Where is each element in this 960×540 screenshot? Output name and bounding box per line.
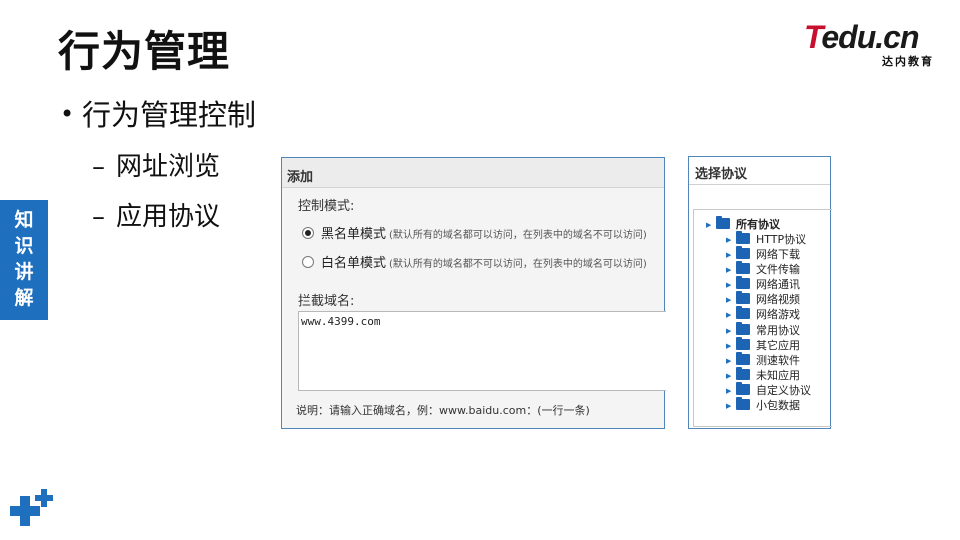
- tree-node-all-protocols[interactable]: ▶ 所有协议: [706, 216, 780, 233]
- blacklist-hint: (默认所有的域名都可以访问，在列表中的域名不可以访问): [389, 230, 647, 241]
- bullet-dot-icon: •: [60, 100, 75, 128]
- whitelist-mode-option[interactable]: 白名单模式 (默认所有的域名都不可以访问，在列表中的域名可以访问): [302, 252, 647, 271]
- plus-icon: [10, 488, 56, 534]
- blacklist-radio[interactable]: [302, 227, 314, 239]
- expand-arrow-icon[interactable]: ▶: [726, 369, 736, 383]
- logo-wordmark: Tedu.cn: [804, 19, 919, 55]
- folder-icon: [736, 306, 750, 319]
- expand-arrow-icon[interactable]: ▶: [706, 218, 716, 232]
- input-note: 说明：请输入正确域名，例：www.baidu.com：(一行一条): [296, 404, 590, 417]
- tree-node-label: 未知应用: [756, 369, 800, 382]
- protocol-tree: ▶ 所有协议 ▶ HTTP协议 ▶ 网络下载 ▶ 文件传输 ▶ 网络通讯 ▶ 网络视频 ▶ 网…: [693, 209, 832, 427]
- expand-arrow-icon[interactable]: ▶: [726, 233, 736, 247]
- tree-node-protocol[interactable]: ▶ 小包数据: [726, 397, 800, 414]
- folder-icon: [736, 352, 750, 365]
- bullet-text: 行为管理控制: [82, 98, 257, 132]
- side-tab-char: 识: [14, 235, 34, 257]
- folder-icon: [736, 261, 750, 274]
- expand-arrow-icon[interactable]: ▶: [726, 399, 736, 413]
- logo-subtitle: 达内教育: [882, 55, 934, 68]
- folder-icon: [736, 322, 750, 335]
- expand-arrow-icon[interactable]: ▶: [726, 324, 736, 338]
- expand-arrow-icon[interactable]: ▶: [726, 263, 736, 277]
- blocked-domain-textarea[interactable]: www.4399.com: [298, 311, 666, 391]
- folder-icon: [736, 231, 750, 244]
- folder-icon: [736, 382, 750, 395]
- sub-item-label: 网址浏览: [116, 152, 221, 182]
- folder-icon: [736, 246, 750, 259]
- tedu-logo: Tedu.cn 达内教育: [804, 20, 936, 68]
- add-panel-header: 添加: [282, 158, 664, 188]
- sub-item-label: 应用协议: [116, 202, 221, 232]
- tree-node-label: 网络视频: [756, 293, 800, 306]
- expand-arrow-icon[interactable]: ▶: [726, 384, 736, 398]
- whitelist-label: 白名单模式: [321, 256, 387, 271]
- folder-icon: [736, 337, 750, 350]
- tree-node-label: 其它应用: [756, 339, 800, 352]
- blacklist-label: 黑名单模式: [321, 227, 387, 242]
- dash-icon: –: [92, 152, 105, 182]
- tree-node-label: 自定义协议: [756, 384, 811, 397]
- add-panel: 添加 控制模式: 黑名单模式 (默认所有的域名都可以访问，在列表中的域名不可以访问…: [281, 157, 666, 429]
- control-mode-label: 控制模式:: [298, 199, 355, 214]
- tree-node-label: 文件传输: [756, 263, 800, 276]
- protocol-panel: 选择协议 ▶ 所有协议 ▶ HTTP协议 ▶ 网络下载 ▶ 文件传输 ▶ 网络通讯 ▶ 网络…: [688, 156, 832, 429]
- knowledge-side-tab: 知 识 讲 解: [0, 200, 48, 320]
- dash-icon: –: [92, 202, 105, 232]
- tree-node-label: 小包数据: [756, 399, 800, 412]
- sub-item: – 网址浏览: [92, 146, 220, 183]
- tree-node-label: 测速软件: [756, 354, 800, 367]
- tree-node-label: 所有协议: [736, 218, 780, 231]
- tree-node-label: HTTP协议: [756, 233, 807, 246]
- side-tab-char: 讲: [14, 261, 34, 283]
- tree-node-label: 网络通讯: [756, 278, 800, 291]
- folder-icon: [736, 276, 750, 289]
- whitelist-radio[interactable]: [302, 256, 314, 268]
- tree-node-protocol[interactable]: ▶ 网络游戏: [726, 306, 800, 323]
- protocol-panel-header: 选择协议: [689, 157, 830, 185]
- folder-icon: [736, 367, 750, 380]
- expand-arrow-icon[interactable]: ▶: [726, 308, 736, 322]
- tree-node-label: 网络游戏: [756, 308, 800, 321]
- expand-arrow-icon[interactable]: ▶: [726, 278, 736, 292]
- side-tab-char: 知: [14, 209, 34, 231]
- tree-node-label: 网络下载: [756, 248, 800, 261]
- folder-icon: [736, 291, 750, 304]
- bullet-item: • 行为管理控制: [60, 92, 256, 134]
- side-tab-char: 解: [14, 287, 34, 309]
- expand-arrow-icon[interactable]: ▶: [726, 339, 736, 353]
- folder-icon: [736, 397, 750, 410]
- blacklist-mode-option[interactable]: 黑名单模式 (默认所有的域名都可以访问，在列表中的域名不可以访问): [302, 223, 647, 242]
- expand-arrow-icon[interactable]: ▶: [726, 354, 736, 368]
- blocked-domain-label: 拦截域名:: [298, 294, 355, 309]
- expand-arrow-icon[interactable]: ▶: [726, 248, 736, 262]
- slide-title: 行为管理: [58, 27, 231, 76]
- whitelist-hint: (默认所有的域名都不可以访问，在列表中的域名可以访问): [389, 259, 647, 270]
- tree-node-label: 常用协议: [756, 324, 800, 337]
- sub-item: – 应用协议: [92, 196, 220, 233]
- expand-arrow-icon[interactable]: ▶: [726, 293, 736, 307]
- folder-icon: [716, 216, 730, 229]
